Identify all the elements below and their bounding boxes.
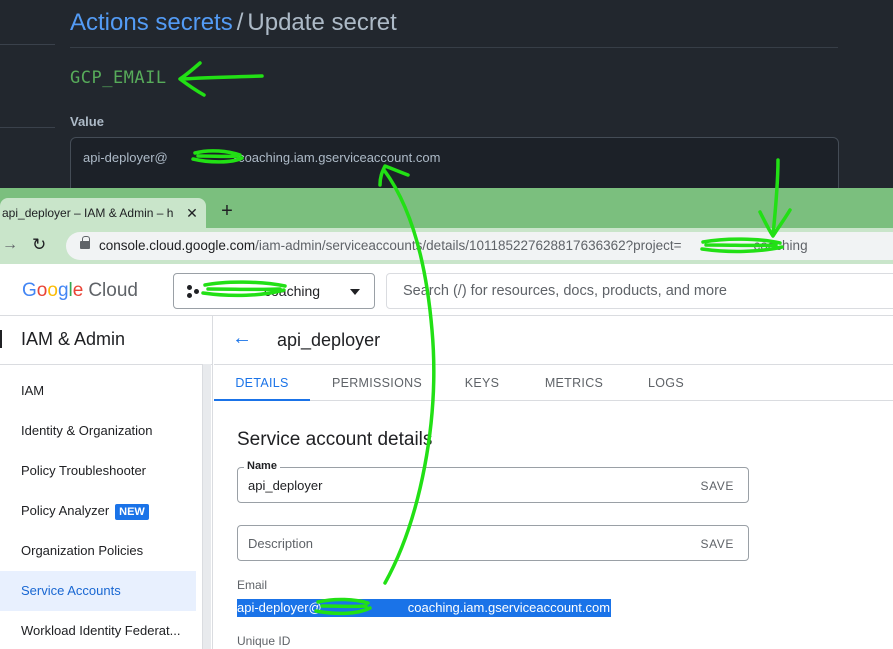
logo-letter: o bbox=[47, 280, 58, 301]
name-label: Name bbox=[244, 460, 280, 472]
close-icon[interactable]: ✕ bbox=[182, 203, 202, 223]
save-description-button[interactable]: SAVE bbox=[700, 537, 734, 551]
logo-letter: e bbox=[72, 280, 84, 301]
sidebar-item-label: Organization Policies bbox=[21, 543, 144, 558]
sidebar-item-workload-identity[interactable]: Workload Identity Federat... bbox=[0, 611, 196, 649]
email-value[interactable]: api-deployer@ coaching.iam.gserviceaccoun… bbox=[237, 599, 612, 617]
tab-metrics[interactable]: METRICS bbox=[536, 365, 612, 401]
title-divider bbox=[70, 47, 838, 48]
breadcrumb-actions-secrets[interactable]: Actions secrets bbox=[70, 9, 233, 36]
value-label: Value bbox=[70, 114, 104, 129]
service-account-title: api_deployer bbox=[277, 330, 381, 350]
breadcrumb-separator: / bbox=[236, 9, 244, 36]
url-suffix: coaching bbox=[753, 238, 808, 253]
description-placeholder: Description bbox=[248, 536, 314, 551]
sidebar-item-label: Policy Troubleshooter bbox=[21, 463, 147, 478]
gcp-header: Google Cloud coaching Search (/) for reso… bbox=[0, 264, 893, 316]
tab-details[interactable]: DETAILS bbox=[214, 365, 310, 401]
product-icon bbox=[0, 330, 2, 348]
main-content: ← api_deployer DETAILS PERMISSIONS KEYS … bbox=[214, 316, 893, 649]
secret-value-suffix: -coaching.iam.gserviceaccount.com bbox=[233, 150, 441, 165]
email-label: Email bbox=[237, 578, 268, 592]
github-secret-page: Actions secrets / Update secret GCP_EMAIL … bbox=[0, 0, 893, 197]
tab-permissions[interactable]: PERMISSIONS bbox=[324, 365, 430, 401]
address-bar[interactable]: console.cloud.google.com/iam-admin/servi… bbox=[66, 232, 893, 260]
url-host: console.cloud.google.com bbox=[99, 238, 256, 253]
tab-bar: DETAILS PERMISSIONS KEYS METRICS LOGS bbox=[214, 365, 893, 401]
chevron-down-icon bbox=[350, 289, 360, 295]
sidebar-divider bbox=[0, 364, 213, 365]
sidebar-item-policy-troubleshooter[interactable]: Policy Troubleshooter bbox=[0, 451, 196, 491]
project-name: coaching bbox=[264, 283, 321, 299]
page-title: Actions secrets / Update secret bbox=[70, 9, 397, 37]
sidebar-divider bbox=[0, 127, 55, 128]
search-input[interactable]: Search (/) for resources, docs, products… bbox=[386, 273, 893, 309]
back-arrow-icon[interactable]: ← bbox=[232, 327, 252, 350]
description-field[interactable]: Description SAVE bbox=[237, 525, 749, 561]
logo-letter: G bbox=[22, 280, 37, 301]
project-picker[interactable]: coaching bbox=[173, 273, 375, 309]
logo-cloud-text: Cloud bbox=[88, 280, 138, 301]
secret-value-prefix: api-deployer@ bbox=[83, 150, 168, 165]
sidebar-item-service-accounts[interactable]: Service Accounts bbox=[0, 571, 196, 611]
sidebar-item-label: Identity & Organization bbox=[21, 423, 153, 438]
sidebar-item-label: Policy Analyzer bbox=[21, 503, 110, 518]
browser-toolbar: → ↻ console.cloud.google.com/iam-admin/s… bbox=[0, 228, 893, 264]
tab-logs[interactable]: LOGS bbox=[638, 365, 694, 401]
secret-name: GCP_EMAIL bbox=[70, 68, 167, 88]
search-placeholder: Search (/) for resources, docs, products… bbox=[403, 283, 727, 299]
sidebar-item-organization-policies[interactable]: Organization Policies bbox=[0, 531, 196, 571]
google-cloud-logo[interactable]: Google Cloud bbox=[22, 280, 138, 302]
browser-tab[interactable]: api_deployer – IAM & Admin – h ✕ bbox=[0, 198, 206, 228]
sidebar-item-policy-analyzer[interactable]: Policy Analyzer NEW bbox=[0, 491, 196, 531]
tab-title: api_deployer – IAM & Admin – h bbox=[2, 206, 174, 220]
new-tab-button[interactable]: + bbox=[216, 201, 238, 223]
section-title: Service account details bbox=[237, 429, 433, 450]
forward-icon[interactable]: → bbox=[2, 236, 18, 254]
sidebar-scrollbar[interactable] bbox=[202, 364, 211, 649]
project-icon bbox=[187, 285, 201, 299]
sidebar-item-label: IAM bbox=[21, 383, 45, 398]
save-name-button[interactable]: SAVE bbox=[700, 479, 734, 493]
tab-strip: api_deployer – IAM & Admin – h ✕ + bbox=[0, 188, 893, 228]
sidebar-item-iam[interactable]: IAM bbox=[0, 371, 196, 411]
reload-icon[interactable]: ↻ bbox=[32, 235, 46, 255]
sidebar-title: IAM & Admin bbox=[21, 329, 126, 349]
logo-letter: o bbox=[36, 280, 48, 301]
name-value: api_deployer bbox=[248, 478, 323, 493]
email-prefix: api-deployer@ bbox=[237, 600, 322, 615]
name-field[interactable]: Name api_deployer SAVE bbox=[237, 460, 749, 503]
sidebar-item-label: Service Accounts bbox=[21, 583, 121, 598]
sidebar-item-label: Workload Identity Federat... bbox=[21, 623, 181, 638]
sidebar-item-identity-organization[interactable]: Identity & Organization bbox=[0, 411, 196, 451]
tab-keys[interactable]: KEYS bbox=[454, 365, 510, 401]
sidebar-divider bbox=[0, 44, 55, 45]
browser-window: api_deployer – IAM & Admin – h ✕ + → ↻ c… bbox=[0, 188, 893, 649]
logo-letter: g bbox=[57, 280, 69, 301]
sidebar: IAM & Admin IAM Identity & Organization … bbox=[0, 316, 213, 649]
unique-id-label: Unique ID bbox=[237, 634, 291, 648]
new-badge: NEW bbox=[115, 504, 149, 520]
url-path: /iam-admin/serviceaccounts/details/10118… bbox=[255, 238, 682, 253]
email-suffix: coaching.iam.gserviceaccount.com bbox=[407, 600, 611, 615]
lock-icon[interactable] bbox=[80, 236, 90, 249]
breadcrumb-current: Update secret bbox=[247, 9, 397, 36]
